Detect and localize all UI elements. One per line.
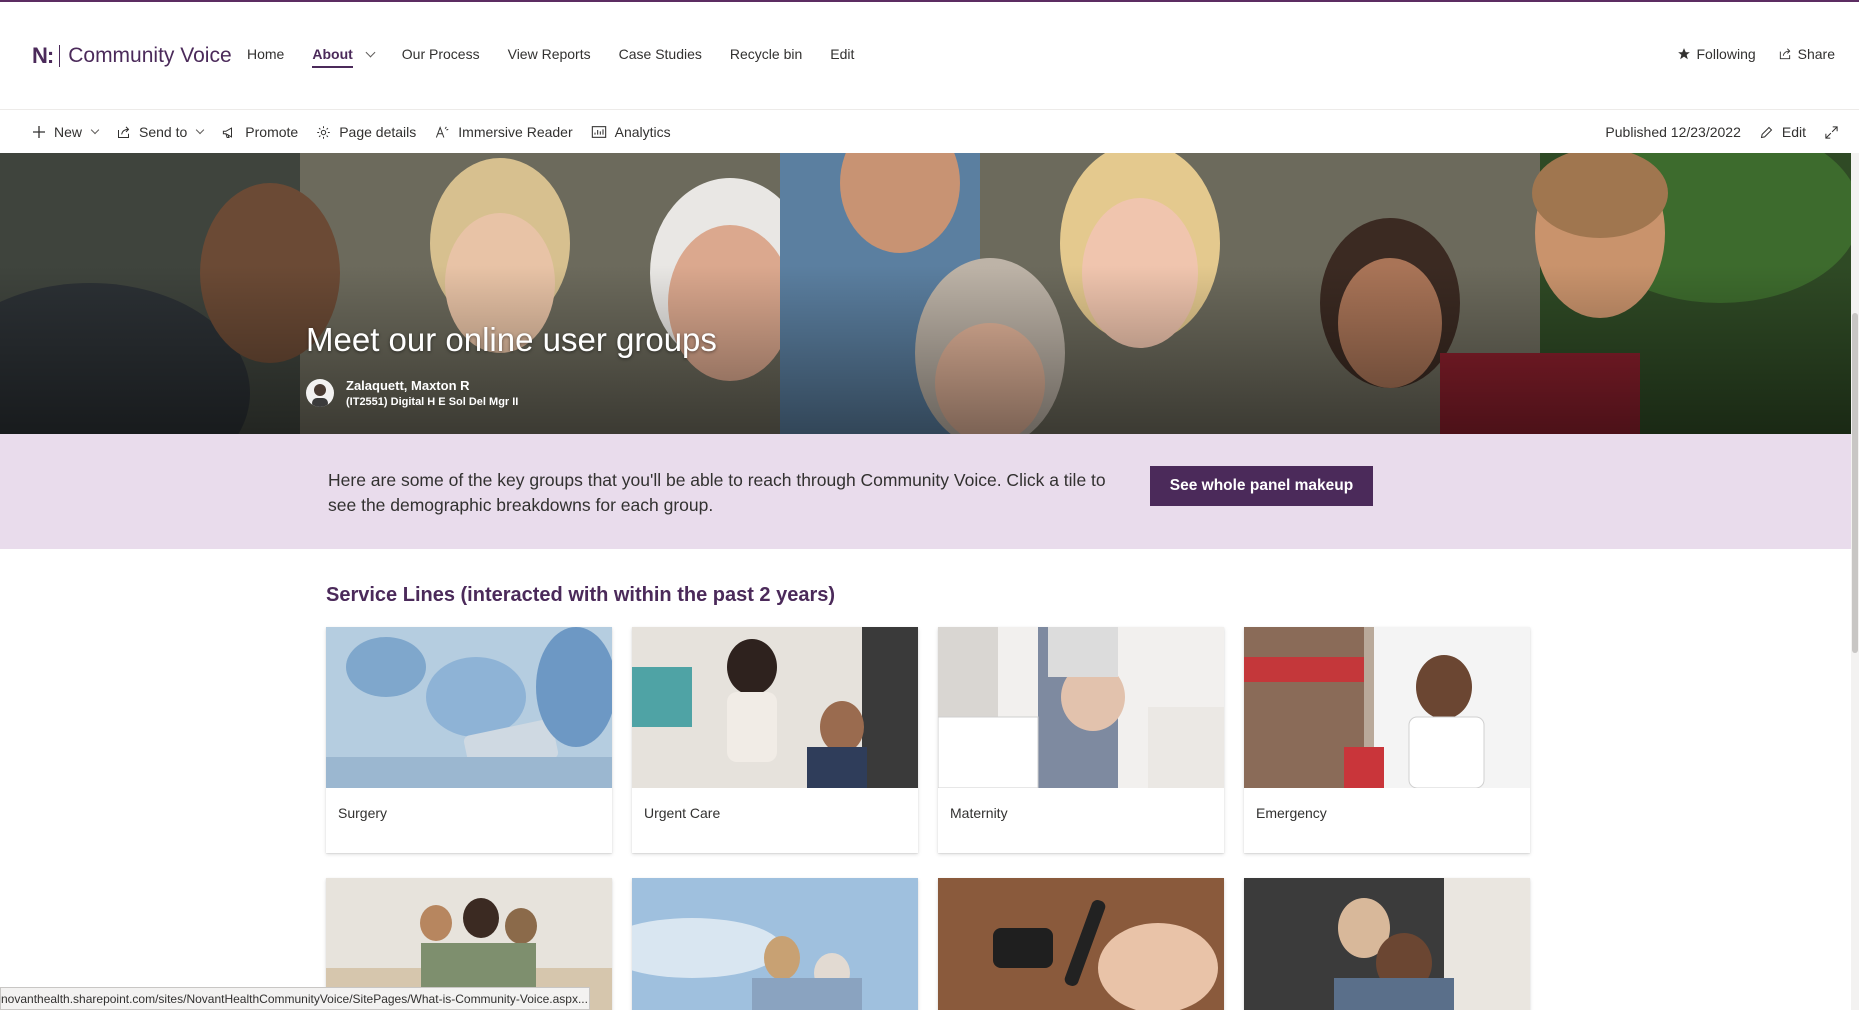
site-header: N: Community Voice Home About Our Proces… (0, 2, 1859, 110)
site-navigation: Home About Our Process View Reports Case… (247, 46, 882, 68)
new-label: New (54, 124, 83, 140)
new-button[interactable]: New (32, 124, 100, 140)
page-title: Meet our online user groups (306, 321, 717, 358)
urgent-care-photo (632, 627, 918, 788)
command-bar-right: Published 12/23/2022 Edit (1605, 111, 1847, 153)
pencil-icon (1760, 126, 1773, 138)
send-icon (118, 126, 130, 138)
expand-button[interactable] (1824, 125, 1847, 140)
tile-maternity[interactable]: Maternity (938, 627, 1224, 853)
avatar (306, 379, 334, 407)
nav-label: Recycle bin (729, 46, 803, 62)
tile-image (938, 878, 1224, 1010)
nav-item-view-reports[interactable]: View Reports (508, 46, 591, 62)
urgent-care-image (632, 627, 918, 788)
analytics-button[interactable]: Analytics (591, 124, 671, 140)
site-title-part2: Voice (180, 44, 232, 67)
chevron-down-icon (196, 125, 205, 135)
family-photo (1244, 878, 1530, 1010)
surgery-photo (326, 627, 612, 788)
nav-item-about[interactable]: About (312, 46, 376, 68)
analytics-label: Analytics (614, 124, 671, 140)
following-button[interactable]: Following (1677, 46, 1756, 62)
tile-emergency[interactable]: Emergency (1244, 627, 1530, 853)
author-job-title: (IT2551) Digital H E Sol Del Mgr II (346, 396, 519, 408)
immersive-reader-icon (436, 125, 449, 138)
logo-divider (59, 45, 61, 67)
logo-mark: N: (32, 43, 54, 68)
emergency-photo (1244, 627, 1530, 788)
intro-text: Here are some of the key groups that you… (328, 470, 1106, 515)
gear-icon (317, 125, 330, 139)
megaphone-icon (223, 126, 233, 138)
hero-banner: Meet our online user groups Zalaquett, M… (0, 153, 1859, 434)
tile-label: Maternity (950, 805, 1008, 821)
nav-label: Case Studies (618, 46, 702, 62)
page-details-button[interactable]: Page details (316, 124, 416, 140)
nav-label: About (312, 46, 353, 68)
expand-icon (1825, 125, 1838, 139)
tile-urgent-care[interactable]: Urgent Care (632, 627, 918, 853)
tile-image (1244, 878, 1530, 1010)
edit-label: Edit (1781, 124, 1806, 140)
emergency-image (1244, 627, 1530, 788)
site-logo[interactable]: N: Community Voice (32, 43, 232, 68)
nav-label: Our Process (401, 46, 480, 62)
maternity-photo (938, 627, 1224, 788)
intro-band: Here are some of the key groups that you… (0, 434, 1859, 549)
chevron-down-icon (90, 125, 100, 135)
sky-photo (632, 878, 918, 1010)
add-icon (33, 126, 45, 138)
send-to-button[interactable]: Send to (116, 124, 205, 140)
author-name: Zalaquett, Maxton R (346, 378, 470, 393)
nav-label: Edit (830, 46, 855, 62)
author-details: Zalaquett, Maxton R (IT2551) Digital H E… (346, 378, 518, 408)
nav-item-case-studies[interactable]: Case Studies (619, 46, 702, 62)
hero-overlay (0, 153, 1859, 434)
share-icon (1779, 48, 1790, 60)
tile-label: Emergency (1256, 805, 1327, 821)
nav-label: View Reports (507, 46, 591, 62)
tile-label: Urgent Care (644, 805, 721, 821)
nav-label: Home (247, 46, 285, 62)
site-title-part1: Community (68, 44, 175, 67)
tile-row2-2[interactable] (632, 878, 918, 1010)
section-title: Service Lines (interacted with within th… (326, 584, 836, 606)
promote-label: Promote (245, 124, 299, 140)
immersive-reader-label: Immersive Reader (458, 124, 573, 140)
nav-item-our-process[interactable]: Our Process (402, 46, 480, 62)
star-filled-icon (1677, 48, 1690, 60)
send-to-label: Send to (139, 124, 188, 140)
site-title: Community Voice (68, 44, 231, 68)
nav-item-home[interactable]: Home (247, 46, 284, 62)
page-scrollbar[interactable] (1851, 153, 1859, 1010)
following-label: Following (1696, 46, 1756, 62)
browser-status-url: novanthealth.sharepoint.com/sites/Novant… (0, 987, 590, 1010)
promote-button[interactable]: Promote (221, 124, 298, 140)
page-details-label: Page details (339, 124, 417, 140)
tile-image (632, 878, 918, 1010)
nav-item-recycle-bin[interactable]: Recycle bin (730, 46, 802, 62)
person-icon (312, 384, 328, 407)
published-date: Published 12/23/2022 (1605, 124, 1741, 140)
chevron-down-icon[interactable] (365, 47, 376, 57)
see-panel-makeup-button[interactable]: See whole panel makeup (1150, 466, 1373, 506)
tile-row2-3[interactable] (938, 878, 1224, 1010)
share-button[interactable]: Share (1778, 46, 1835, 62)
header-actions: Following Share (1655, 46, 1835, 62)
glucose-test-photo (938, 878, 1224, 1010)
tile-surgery[interactable]: Surgery (326, 627, 612, 853)
nav-item-edit[interactable]: Edit (830, 46, 854, 62)
analytics-icon (591, 126, 606, 138)
author-byline[interactable]: Zalaquett, Maxton R (IT2551) Digital H E… (306, 378, 518, 408)
surgery-image (326, 627, 612, 788)
share-label: Share (1797, 46, 1835, 62)
edit-page-button[interactable]: Edit (1759, 124, 1806, 140)
tile-row2-4[interactable] (1244, 878, 1530, 1010)
scrollbar-thumb[interactable] (1852, 313, 1858, 653)
immersive-reader-button[interactable]: Immersive Reader (434, 124, 573, 140)
maternity-image (938, 627, 1224, 788)
tile-label: Surgery (338, 805, 388, 821)
command-bar: New Send to Promote Page details Immersi… (0, 111, 1859, 153)
